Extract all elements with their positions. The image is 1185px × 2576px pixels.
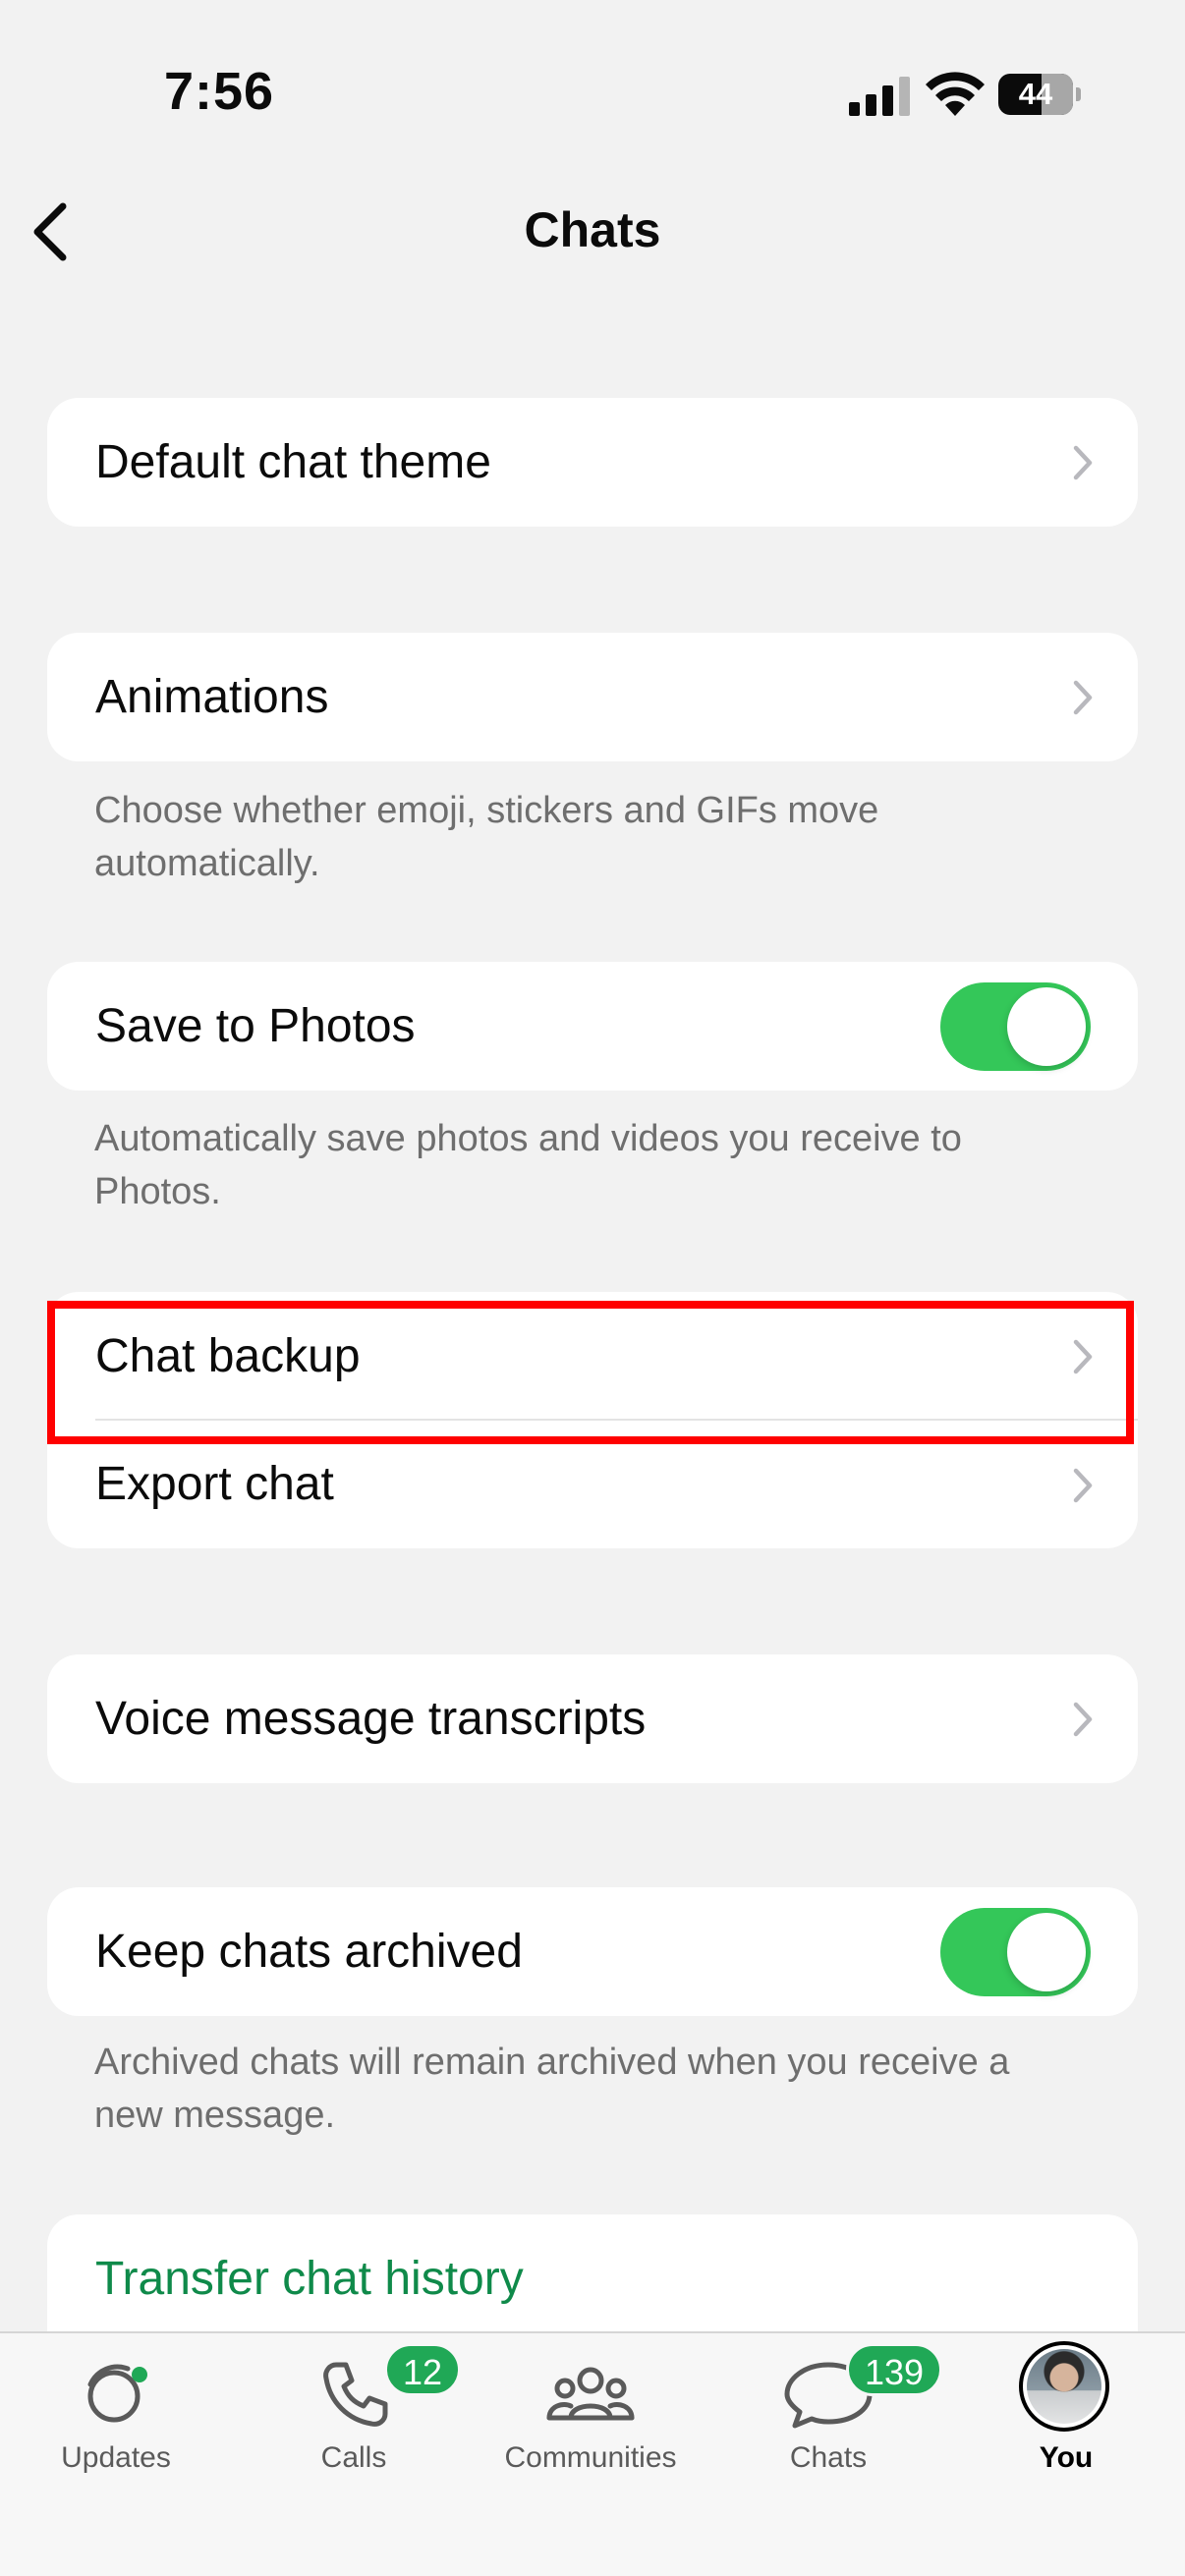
row-label: Keep chats archived [95,1926,523,1978]
default-chat-theme-row[interactable]: Default chat theme [47,398,1138,527]
tab-bar: Updates Calls 12 Communities Chats 139 Y… [0,2331,1185,2576]
theme-card: Default chat theme [47,398,1138,527]
save-to-photos-row: Save to Photos [47,962,1138,1091]
updates-icon [87,2364,147,2423]
tab-updates[interactable]: Updates [8,2333,224,2491]
save-photos-card: Save to Photos [47,962,1138,1091]
row-label: Chat backup [95,1330,361,1382]
tab-label: Updates [61,2441,171,2474]
status-time: 7:56 [164,62,275,121]
voice-card: Voice message transcripts [47,1654,1138,1783]
toggle-knob [1007,1913,1086,1991]
archive-footnote: Archived chats will remain archived when… [94,2042,1010,2136]
chevron-right-icon [1073,1468,1093,1503]
row-label: Default chat theme [95,436,491,488]
chat-backup-row[interactable]: Chat backup [47,1292,1138,1421]
tab-label: Communities [504,2441,677,2474]
chevron-right-icon [1073,445,1093,480]
animations-footnote: Choose whether emoji, stickers and GIFs … [94,790,879,884]
export-chat-row[interactable]: Export chat [47,1421,1138,1548]
calls-badge: 12 [384,2343,462,2396]
status-bar: 7:56 44 [0,0,1185,187]
row-label: Save to Photos [95,1000,416,1052]
row-label: Animations [95,671,329,723]
animations-row[interactable]: Animations [47,633,1138,761]
page-title: Chats [524,202,661,257]
save-photos-footnote: Automatically save photos and videos you… [94,1118,962,1212]
row-label: Voice message transcripts [95,1693,647,1745]
avatar[interactable] [1019,2341,1109,2432]
tab-label: Chats [789,2441,868,2474]
toggle-knob [1007,987,1086,1066]
archive-card: Keep chats archived [47,1887,1138,2016]
keep-chats-archived-row: Keep chats archived [47,1887,1138,2016]
chevron-right-icon [1073,680,1093,715]
chevron-right-icon [1073,1339,1093,1374]
voice-message-transcripts-row[interactable]: Voice message transcripts [47,1654,1138,1783]
transfer-chat-history-row[interactable]: Transfer chat history [47,2214,1138,2343]
chats-badge: 139 [846,2343,943,2396]
tab-label: Calls [320,2441,387,2474]
battery-level: 44 [1018,77,1053,111]
profile-photo [1027,2349,1101,2424]
communities-icon [546,2367,635,2421]
chevron-right-icon [1073,1702,1093,1737]
signal-icon [849,77,910,116]
battery-icon: 44 [998,74,1081,115]
phone-icon [323,2362,388,2427]
tab-label: You [1039,2441,1094,2474]
save-to-photos-toggle[interactable] [940,982,1091,1071]
animations-card: Animations [47,633,1138,761]
row-label: Export chat [95,1458,334,1510]
tab-communities[interactable]: Communities [482,2333,699,2491]
keep-archived-toggle[interactable] [940,1908,1091,1996]
backup-card: Chat backup Export chat [47,1292,1138,1548]
transfer-link: Transfer chat history [95,2253,524,2305]
wifi-icon [926,72,985,116]
